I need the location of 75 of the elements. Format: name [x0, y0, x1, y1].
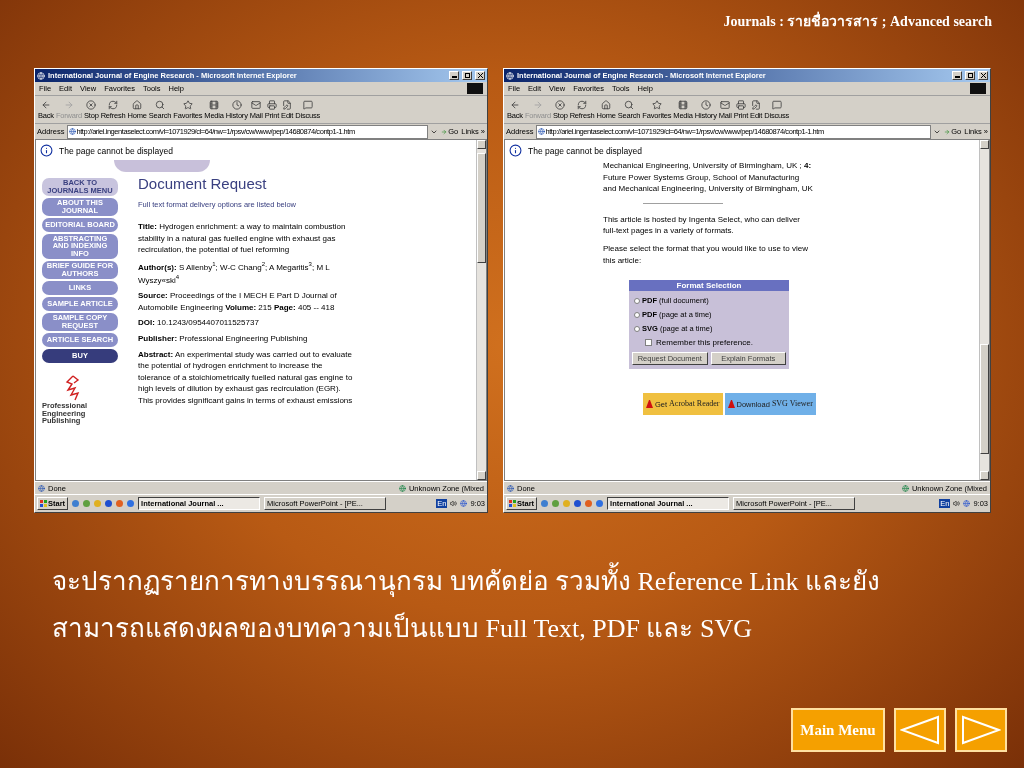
next-button[interactable] — [955, 708, 1007, 752]
stop-icon[interactable] — [555, 99, 566, 110]
browser-icon — [37, 71, 45, 80]
article-field: Abstract: An experimental study was carried out to evaluate the potential of hydrogen enrichment to increase the tolerance of a stoichiometrically fuelled natural gas engine to high levels of dilution by exhaust gas recirculation (EGR). This provides significant gains in terms of exhaust emissions — [138, 348, 353, 407]
scroll-thumb[interactable] — [477, 153, 486, 263]
clock-icon[interactable] — [700, 99, 711, 110]
radio-button[interactable] — [634, 311, 640, 318]
scrollbar[interactable] — [476, 140, 486, 480]
checkbox[interactable] — [645, 339, 652, 347]
home-icon[interactable] — [601, 99, 612, 110]
stop-icon[interactable] — [86, 99, 97, 110]
page-icon — [38, 484, 45, 492]
globe-icon[interactable] — [460, 500, 468, 507]
refresh-icon[interactable] — [108, 99, 119, 110]
badge-title: Acrobat Reader — [669, 400, 720, 409]
page-icon — [537, 128, 545, 135]
adobe-logo-icon — [646, 400, 653, 409]
page-heading: Document Request — [138, 175, 268, 192]
slide-caption: จะปรากฏรายการทางบรรณานุกรม บทคัดย่อ รวมทั้ง Reference Link และยังสามารถแสดงผลของบทความเป็นแบบ Full Text, PDF และ SVG — [0, 558, 1024, 652]
badge-title: SVG Viewer — [771, 400, 813, 409]
remember-label[interactable]: Remember this preference. — [656, 338, 753, 348]
article-field: Author(s): S Allenby$^{1}$; W-C Chang$^{2}$; A Megaritis$^{3}$; M L Wyszy«ski$^{4}$ — [138, 259, 353, 287]
scrollbar[interactable] — [979, 140, 989, 480]
globe-icon — [901, 484, 909, 492]
search-icon[interactable] — [155, 99, 165, 110]
speech-bubble-icon[interactable] — [771, 99, 782, 110]
article-field: Source: Proceedings of the I MECH E Part D Journal of Automobile Engineering Volume: 215 Page: 405 -- 418 — [138, 290, 353, 314]
hosting-text: Please select the format that you would like to use to view this article: — [603, 242, 809, 267]
scroll-down-button[interactable] — [980, 471, 989, 480]
star-icon[interactable] — [651, 99, 662, 110]
throbber-logo — [467, 83, 483, 94]
throbber-logo — [970, 83, 986, 94]
scroll-thumb[interactable] — [980, 344, 989, 454]
film-icon[interactable] — [209, 99, 220, 110]
info-message: The page cannot be displayed — [59, 145, 173, 156]
radio-button[interactable] — [634, 297, 640, 304]
back-arrow-icon[interactable] — [40, 99, 51, 110]
info-icon — [509, 144, 522, 157]
speech-bubble-icon[interactable] — [302, 99, 313, 110]
mail-icon[interactable] — [251, 99, 262, 110]
film-icon[interactable] — [678, 99, 689, 110]
windows-logo-icon[interactable] — [40, 500, 47, 507]
hosting-text: This article is hosted by Ingenta Select, who can deliver full-text pages in a variety of formats. — [603, 213, 801, 237]
clock-icon[interactable] — [231, 99, 242, 110]
windows-logo-icon[interactable] — [509, 500, 516, 507]
printer-icon[interactable] — [735, 99, 746, 110]
article-field: Title: Hydrogen enrichment: a way to maintain combustion stability in a natural gas fuelled engine with exhaust gas recirculation, the potential of fuel reforming — [138, 221, 353, 256]
speaker-icon[interactable] — [953, 500, 961, 507]
scroll-up-button[interactable] — [477, 140, 486, 149]
printer-icon[interactable] — [266, 99, 277, 110]
edit-icon[interactable] — [282, 99, 293, 110]
article-field: DOI: 10.1243/0954407011525737 — [138, 317, 353, 330]
star-icon[interactable] — [182, 99, 193, 110]
info-icon — [40, 144, 53, 157]
adobe-logo-icon — [727, 400, 735, 409]
refresh-icon[interactable] — [577, 99, 588, 110]
edit-icon[interactable] — [751, 99, 762, 110]
scroll-down-button[interactable] — [477, 471, 486, 480]
globe-icon — [398, 484, 406, 492]
globe-icon[interactable] — [963, 500, 971, 507]
article-field: Publisher: Professional Engineering Publishing — [138, 333, 353, 345]
back-arrow-icon[interactable] — [509, 99, 520, 110]
radio-button[interactable] — [634, 325, 640, 332]
home-icon[interactable] — [132, 99, 143, 110]
scroll-up-button[interactable] — [980, 140, 989, 149]
page-icon — [68, 128, 76, 135]
panel-title: Format Selection — [629, 280, 789, 292]
mail-icon[interactable] — [720, 99, 731, 110]
page-icon — [507, 484, 514, 492]
speaker-icon[interactable] — [450, 500, 458, 507]
affiliation-text: Mechanical Engineering, University of Birmingham, UK ; 4: Future Power Systems Group, School of Manufacturing and Mechanical Engineering, University of Birmingham, UK — [603, 160, 813, 195]
search-icon[interactable] — [624, 99, 634, 110]
info-message: The page cannot be displayed — [528, 145, 642, 156]
previous-button[interactable] — [894, 708, 946, 752]
browser-icon — [506, 71, 514, 80]
